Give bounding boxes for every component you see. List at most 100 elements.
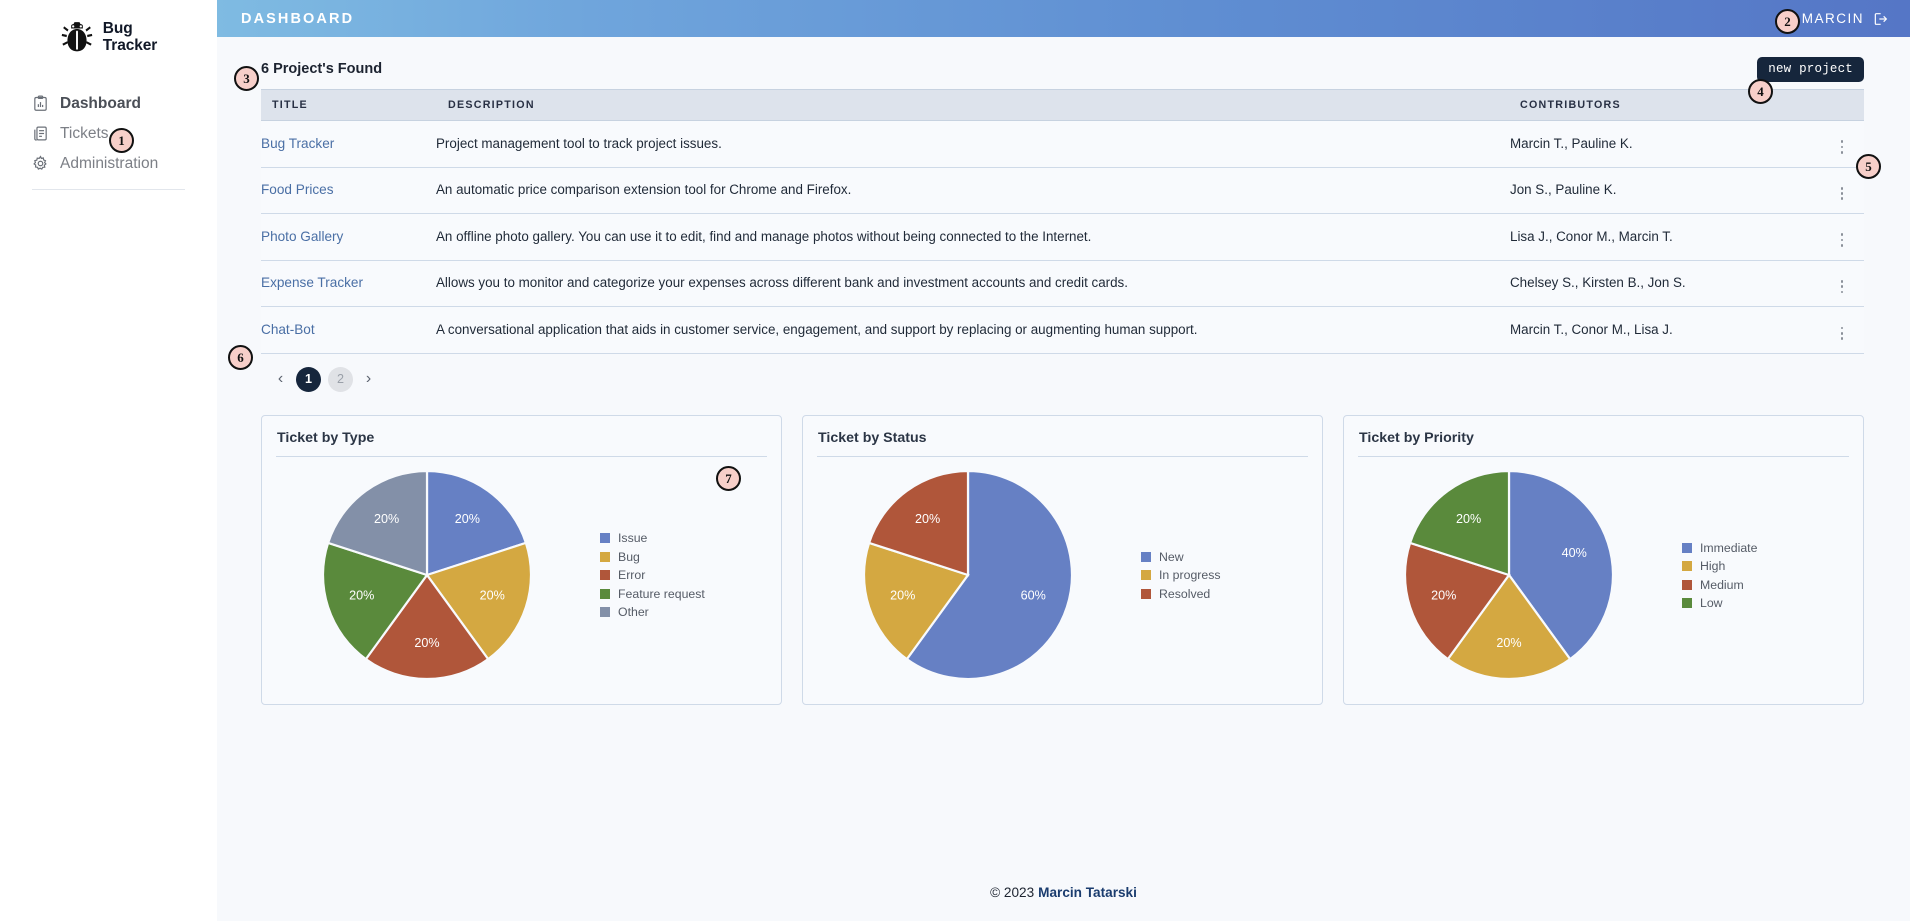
cell-contributors: Marcin T., Conor M., Lisa J.	[1510, 306, 1820, 354]
column-header-actions	[1820, 89, 1864, 121]
sidebar-item-administration-label: Administration	[60, 154, 159, 172]
column-header-contributors[interactable]: CONTRIBUTORS	[1510, 89, 1820, 121]
legend-label: Immediate	[1700, 540, 1758, 555]
table-row[interactable]: Expense Tracker Allows you to monitor an…	[261, 260, 1864, 308]
pie-slice-label: 20%	[1431, 589, 1456, 603]
pagination-next[interactable]: ›	[360, 370, 377, 388]
legend-label: Feature request	[618, 586, 705, 601]
footer-copyright: © 2023	[990, 884, 1035, 900]
legend-swatch	[1141, 570, 1151, 581]
cell-description: A conversational application that aids i…	[436, 306, 1510, 354]
annotation-badge-2: 2	[1775, 9, 1800, 34]
legend-item[interactable]: Resolved	[1141, 587, 1221, 601]
footer: © 2023 Marcin Tatarski	[217, 863, 1910, 921]
pie-chart-ticket-by-status[interactable]: 60% 20% 20%	[853, 460, 1083, 690]
main-area: DASHBOARD MARCIN 6 Project's Found new p…	[217, 0, 1910, 921]
row-menu-icon[interactable]	[1835, 231, 1850, 248]
chart-legend: Issue Bug Error Feature request Other	[600, 531, 705, 619]
projects-table: TITLE DESCRIPTION CONTRIBUTORS Bug Track…	[261, 89, 1864, 354]
legend-swatch	[1141, 588, 1151, 599]
pie-slice-label: 20%	[890, 589, 915, 603]
user-menu[interactable]: MARCIN	[1802, 11, 1888, 27]
row-menu-icon[interactable]	[1835, 278, 1850, 295]
brand-text: Bug Tracker	[103, 20, 158, 55]
top-bar: DASHBOARD MARCIN	[217, 0, 1910, 37]
chart-card-ticket-by-status: Ticket by Status 60% 20% 20% New In progres…	[802, 414, 1323, 705]
cell-description: An automatic price comparison extension …	[436, 167, 1510, 215]
legend-item[interactable]: Bug	[600, 550, 705, 564]
sidebar-item-tickets[interactable]: Tickets	[24, 119, 193, 149]
chart-title: Ticket by Status	[817, 428, 1308, 457]
pie-slice-label: 20%	[455, 512, 480, 526]
annotation-badge-6: 6	[228, 345, 253, 370]
pagination: ‹ 1 2 ›	[261, 354, 1864, 392]
legend-label: In progress	[1159, 568, 1221, 583]
gear-icon	[33, 155, 47, 171]
cell-description: Allows you to monitor and categorize you…	[436, 260, 1510, 308]
column-header-description[interactable]: DESCRIPTION	[436, 89, 1510, 121]
column-header-title[interactable]: TITLE	[261, 89, 436, 121]
annotation-badge-5: 5	[1856, 154, 1881, 179]
legend-swatch	[1141, 551, 1151, 562]
pie-slice-label: 20%	[915, 512, 940, 526]
legend-item[interactable]: Error	[600, 568, 705, 582]
cell-contributors: Lisa J., Conor M., Marcin T.	[1510, 213, 1820, 261]
cell-contributors: Marcin T., Pauline K.	[1510, 120, 1820, 168]
row-menu-icon[interactable]	[1835, 138, 1850, 155]
pie-slice-label: 40%	[1562, 546, 1587, 560]
cell-title: Photo Gallery	[261, 213, 436, 261]
project-link[interactable]: Chat-Bot	[261, 322, 315, 337]
legend-item[interactable]: Issue	[600, 531, 705, 545]
legend-swatch	[600, 533, 610, 544]
pie-chart-ticket-by-priority[interactable]: 40% 20% 20% 20%	[1394, 460, 1624, 690]
legend-item[interactable]: Feature request	[600, 587, 705, 601]
legend-item[interactable]: In progress	[1141, 568, 1221, 582]
project-link[interactable]: Bug Tracker	[261, 136, 334, 151]
legend-swatch	[1682, 579, 1692, 590]
chart-legend: Immediate High Medium Low	[1682, 541, 1757, 610]
sidebar-divider	[32, 188, 185, 190]
projects-header: 6 Project's Found new project	[261, 37, 1864, 89]
legend-item[interactable]: New	[1141, 550, 1221, 564]
legend-swatch	[600, 570, 610, 581]
legend-item[interactable]: Immediate	[1682, 541, 1757, 555]
cell-actions	[1820, 213, 1864, 261]
project-link[interactable]: Expense Tracker	[261, 275, 363, 290]
legend-item[interactable]: High	[1682, 559, 1757, 573]
pagination-page-1[interactable]: 1	[296, 366, 321, 392]
table-row[interactable]: Bug Tracker Project management tool to t…	[261, 120, 1864, 168]
new-project-button[interactable]: new project	[1757, 56, 1864, 82]
logout-icon[interactable]	[1872, 11, 1888, 27]
chart-title: Ticket by Priority	[1358, 428, 1849, 457]
pie-chart-ticket-by-type[interactable]: 20% 20% 20% 20% 20%	[312, 460, 542, 690]
legend-swatch	[1682, 598, 1692, 609]
row-menu-icon[interactable]	[1835, 185, 1850, 202]
projects-table-body: Bug Tracker Project management tool to t…	[261, 120, 1864, 354]
legend-label: Low	[1700, 596, 1723, 611]
pagination-page-2[interactable]: 2	[328, 366, 353, 392]
chart-body: 40% 20% 20% 20% Immediate High Medium Low	[1358, 457, 1849, 694]
row-menu-icon[interactable]	[1835, 325, 1850, 342]
table-row[interactable]: Photo Gallery An offline photo gallery. …	[261, 213, 1864, 261]
pie-slice-label: 20%	[480, 589, 505, 603]
sidebar-item-administration[interactable]: Administration	[24, 149, 193, 179]
brand-logo[interactable]: Bug Tracker	[0, 10, 217, 59]
legend-swatch	[1682, 561, 1692, 572]
legend-item[interactable]: Other	[600, 605, 705, 619]
project-link[interactable]: Photo Gallery	[261, 229, 343, 244]
table-row[interactable]: Chat-Bot A conversational application th…	[261, 306, 1864, 354]
pie-slice-label: 20%	[349, 589, 374, 603]
pagination-prev[interactable]: ‹	[272, 370, 289, 388]
cell-title: Bug Tracker	[261, 120, 436, 168]
legend-label: Issue	[618, 531, 648, 546]
projects-count-label: 6 Project's Found	[261, 61, 383, 77]
pie-slice-label: 20%	[374, 512, 399, 526]
sidebar-item-dashboard[interactable]: Dashboard	[24, 89, 193, 119]
legend-item[interactable]: Medium	[1682, 578, 1757, 592]
legend-label: Error	[618, 568, 646, 583]
legend-item[interactable]: Low	[1682, 596, 1757, 610]
legend-swatch	[600, 607, 610, 618]
table-row[interactable]: Food Prices An automatic price compariso…	[261, 167, 1864, 215]
cell-actions	[1820, 167, 1864, 215]
project-link[interactable]: Food Prices	[261, 182, 334, 197]
